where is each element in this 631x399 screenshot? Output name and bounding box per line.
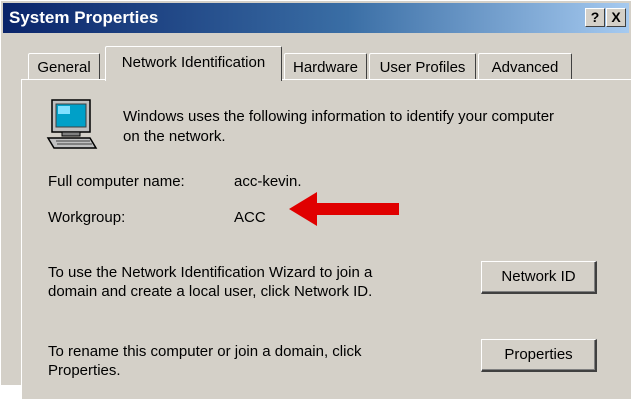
window-title: System Properties — [9, 8, 159, 27]
rename-text-line1: To rename this computer or join a domain… — [48, 343, 362, 360]
computer-icon — [46, 99, 98, 149]
full-name-label: Full computer name: — [48, 173, 185, 190]
full-name-value: acc-kevin. — [234, 173, 302, 190]
workgroup-value: ACC — [234, 209, 266, 226]
tab-advanced[interactable]: Advanced — [478, 53, 572, 80]
title-bar[interactable]: System Properties ? X — [3, 3, 629, 33]
workgroup-label: Workgroup: — [48, 209, 126, 226]
info-text-line1: Windows uses the following information t… — [123, 108, 555, 125]
tab-label: Advanced — [491, 59, 559, 76]
tab-label: User Profiles — [379, 59, 466, 76]
system-properties-window: System Properties ? X General Network Id… — [0, 0, 631, 399]
network-id-text-line2: domain and create a local user, click Ne… — [48, 283, 373, 300]
tab-label: General — [37, 59, 91, 76]
tab-hardware[interactable]: Hardware — [284, 53, 367, 80]
help-button[interactable]: ? — [585, 8, 605, 27]
tab-network-identification[interactable]: Network Identification — [105, 46, 282, 81]
properties-button[interactable]: Properties — [481, 339, 597, 372]
tab-label: Network Identification — [121, 54, 266, 71]
network-id-text-line1: To use the Network Identification Wizard… — [48, 264, 373, 281]
rename-text-line2: Properties. — [48, 362, 121, 379]
tab-user-profiles[interactable]: User Profiles — [369, 53, 476, 80]
tab-general[interactable]: General — [28, 53, 100, 80]
left-arrow-icon — [289, 192, 399, 226]
info-text-line2: on the network. — [123, 128, 226, 145]
close-button[interactable]: X — [606, 8, 626, 27]
tab-label: Hardware — [292, 59, 359, 76]
network-id-button[interactable]: Network ID — [481, 261, 597, 294]
